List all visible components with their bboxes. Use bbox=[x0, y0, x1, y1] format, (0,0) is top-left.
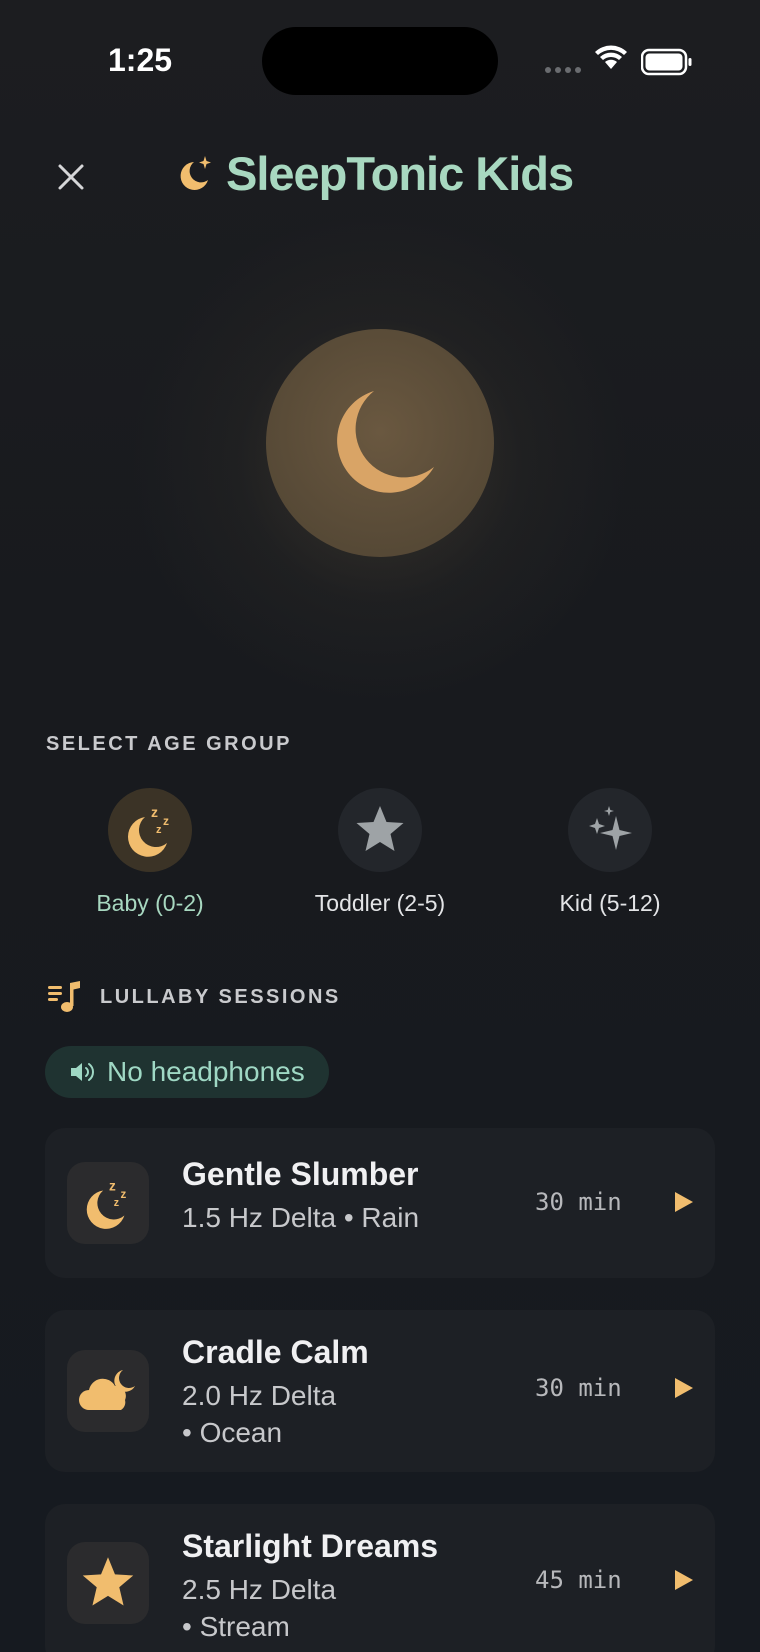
hero-moon bbox=[266, 329, 494, 557]
age-label-toddler: Toddler (2-5) bbox=[314, 890, 446, 916]
music-list-icon bbox=[48, 981, 80, 1012]
age-group-selector: z z z Baby (0-2) Toddler (2-5) Kid (5-12… bbox=[0, 788, 760, 928]
status-bar: 1:25 bbox=[0, 0, 760, 110]
age-label-baby: Baby (0-2) bbox=[96, 890, 204, 916]
age-icon-baby: z z z bbox=[108, 788, 192, 872]
moon-icon bbox=[337, 391, 434, 493]
session-subtitle: 2.5 Hz Delta • Stream bbox=[182, 1571, 438, 1645]
session-duration: 30 min bbox=[535, 1188, 622, 1216]
cellular-signal-icon bbox=[545, 67, 581, 73]
play-icon[interactable] bbox=[673, 1376, 695, 1400]
session-card-gentle-slumber[interactable]: z z z Gentle Slumber 1.5 Hz Delta • Rain… bbox=[45, 1128, 715, 1278]
session-duration: 45 min bbox=[535, 1566, 622, 1594]
svg-text:z: z bbox=[109, 1178, 116, 1193]
svg-text:z: z bbox=[114, 1197, 119, 1209]
brand: SleepTonic Kids bbox=[174, 146, 574, 201]
sessions-section-label: LULLABY SESSIONS bbox=[100, 985, 341, 1008]
session-icon-box bbox=[67, 1542, 149, 1624]
session-text: Gentle Slumber 1.5 Hz Delta • Rain bbox=[182, 1156, 419, 1236]
svg-text:z: z bbox=[163, 814, 169, 828]
age-icon-kid bbox=[568, 788, 652, 872]
star-icon bbox=[82, 1557, 134, 1606]
age-option-baby[interactable]: z z z Baby (0-2) bbox=[50, 788, 250, 917]
headphones-chip-label: No headphones bbox=[107, 1056, 305, 1087]
svg-text:z: z bbox=[151, 804, 158, 820]
headphones-chip[interactable]: No headphones bbox=[45, 1046, 329, 1098]
header: SleepTonic Kids bbox=[0, 140, 760, 212]
age-section-label: SELECT AGE GROUP bbox=[46, 733, 292, 755]
svg-text:z: z bbox=[156, 824, 162, 836]
app-title: SleepTonic Kids bbox=[226, 147, 574, 200]
dynamic-island bbox=[262, 27, 498, 95]
close-button[interactable] bbox=[46, 152, 96, 202]
session-title: Cradle Calm bbox=[182, 1334, 369, 1370]
session-duration: 30 min bbox=[535, 1374, 622, 1402]
play-icon[interactable] bbox=[673, 1568, 695, 1592]
moon-zzz-icon: z z z bbox=[86, 1178, 127, 1229]
session-icon-box: z z z bbox=[67, 1162, 149, 1244]
star-icon bbox=[356, 806, 404, 851]
session-subtitle: 1.5 Hz Delta • Rain bbox=[182, 1202, 420, 1233]
status-time: 1:25 bbox=[108, 42, 173, 78]
session-subtitle-line2: • Ocean bbox=[182, 1417, 283, 1448]
age-option-kid[interactable]: Kid (5-12) bbox=[510, 788, 710, 917]
age-option-toddler[interactable]: Toddler (2-5) bbox=[280, 788, 480, 917]
session-text: Starlight Dreams 2.5 Hz Delta • Stream bbox=[182, 1528, 438, 1645]
session-subtitle-line2: • Stream bbox=[182, 1611, 290, 1642]
sessions-header: LULLABY SESSIONS bbox=[46, 980, 341, 1014]
session-card-cradle-calm[interactable]: Cradle Calm 2.0 Hz Delta • Ocean 30 min bbox=[45, 1310, 715, 1472]
session-subtitle: 2.0 Hz Delta • Ocean bbox=[182, 1377, 369, 1451]
svg-text:z: z bbox=[121, 1189, 127, 1201]
session-card-starlight-dreams[interactable]: Starlight Dreams 2.5 Hz Delta • Stream 4… bbox=[45, 1504, 715, 1652]
cloud-moon-icon bbox=[79, 1370, 135, 1410]
session-subtitle-line1: 2.5 Hz Delta bbox=[182, 1574, 337, 1605]
sparkles-icon bbox=[589, 806, 632, 850]
app-screen: 1:25 SleepTonic Kids SELECT AGE GROUP z … bbox=[0, 0, 760, 1652]
close-icon bbox=[58, 164, 84, 190]
session-title: Gentle Slumber bbox=[182, 1156, 419, 1192]
session-title: Starlight Dreams bbox=[182, 1528, 439, 1564]
moon-zzz-icon: z z z bbox=[127, 804, 169, 857]
moon-sparkle-icon bbox=[180, 155, 211, 190]
play-icon[interactable] bbox=[673, 1190, 695, 1214]
session-icon-box bbox=[67, 1350, 149, 1432]
wifi-icon bbox=[595, 45, 627, 69]
session-subtitle-line1: 2.0 Hz Delta bbox=[182, 1380, 337, 1411]
speaker-icon bbox=[71, 1063, 94, 1081]
age-label-kid: Kid (5-12) bbox=[559, 890, 661, 916]
age-icon-toddler bbox=[338, 788, 422, 872]
battery-icon bbox=[641, 48, 692, 76]
session-text: Cradle Calm 2.0 Hz Delta • Ocean bbox=[182, 1334, 369, 1451]
